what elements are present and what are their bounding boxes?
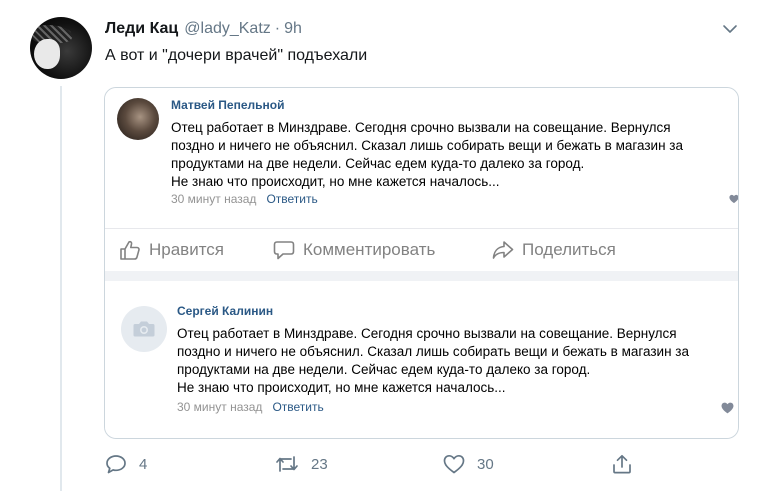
reply-icon[interactable] <box>105 454 127 474</box>
vk-comment-meta: 30 минут назад Ответить <box>177 400 324 414</box>
thread-line <box>60 86 62 491</box>
heart-icon <box>729 194 738 204</box>
reply-button[interactable]: 4 <box>105 454 147 474</box>
author-name[interactable]: Леди Кац <box>105 20 178 38</box>
heart-icon <box>721 402 734 414</box>
reply-count: 4 <box>139 455 148 473</box>
vk-comment-author: Сергей Калинин <box>177 304 274 318</box>
like-button[interactable]: 30 <box>443 454 494 474</box>
vk-comment-reply-link: Ответить <box>272 400 324 414</box>
avatar-face <box>34 39 60 69</box>
vk-comment-line-1: Отец работает в Минздраве. Сегодня срочн… <box>177 326 677 341</box>
vk-post-actions: Нравится Комментировать Поделиться <box>105 229 738 271</box>
chevron-down-icon[interactable] <box>722 23 738 35</box>
vk-comment-line-4: Не знаю что происходит, но мне кажется н… <box>177 380 506 395</box>
header-separator: · <box>274 20 281 37</box>
author-handle[interactable]: @lady_Katz <box>184 20 271 38</box>
vk-post-line-2: поздно и ничего не объяснил. Сказал лишь… <box>171 138 683 153</box>
tweet[interactable]: Леди Кац @lady_Katz · 9h А вот и "дочери… <box>0 0 776 491</box>
tweet-header: Леди Кац @lady_Katz · 9h <box>105 20 302 42</box>
vk-post-time: 30 минут назад <box>171 192 257 206</box>
vk-share-action: Поделиться <box>492 240 616 260</box>
vk-post-card: Матвей Пепельной Отец работает в Минздра… <box>105 88 738 271</box>
tweet-actions: 4 23 30 <box>105 454 665 478</box>
vk-post-reply-link: Ответить <box>266 192 318 206</box>
vk-comment-time: 30 минут назад <box>177 400 263 414</box>
vk-comment-avatar <box>121 306 167 352</box>
vk-post-line-4: Не знаю что происходит, но мне кажется н… <box>171 174 500 189</box>
comment-icon <box>273 241 295 260</box>
like-count: 30 <box>477 455 494 473</box>
tweet-text: А вот и "дочери врачей" подъехали <box>105 47 368 64</box>
vk-like-action: Нравится <box>119 240 224 260</box>
vk-post-author: Матвей Пепельной <box>171 98 285 112</box>
vk-post-line-1: Отец работает в Минздраве. Сегодня срочн… <box>171 120 671 135</box>
retweet-button[interactable]: 23 <box>275 454 328 474</box>
vk-like-label: Нравится <box>149 240 225 259</box>
camera-icon <box>133 321 155 337</box>
vk-post-line-3: продуктами на две недели. Сейчас едем ку… <box>171 156 585 171</box>
vk-comment-line-3: продуктами на две недели. Сейчас едем ку… <box>177 362 591 377</box>
vk-comment-line-2: поздно и ничего не объяснил. Сказал лишь… <box>177 344 689 359</box>
share-arrow-icon <box>492 241 514 259</box>
author-avatar[interactable] <box>30 17 92 79</box>
share-button[interactable] <box>611 454 645 474</box>
vk-share-label: Поделиться <box>522 240 616 259</box>
vk-post-meta: 30 минут назад Ответить <box>171 192 318 206</box>
retweet-count: 23 <box>311 455 328 473</box>
thumbs-up-icon <box>120 240 140 260</box>
share-icon[interactable] <box>611 454 633 474</box>
retweet-icon[interactable] <box>275 454 299 474</box>
vk-comment-label: Комментировать <box>303 240 436 259</box>
vk-post-avatar <box>117 98 159 140</box>
heart-icon[interactable] <box>443 454 465 474</box>
vk-comment-action: Комментировать <box>273 240 435 260</box>
attached-screenshot[interactable]: Матвей Пепельной Отец работает в Минздра… <box>104 87 739 439</box>
tweet-time[interactable]: 9h <box>284 20 302 38</box>
